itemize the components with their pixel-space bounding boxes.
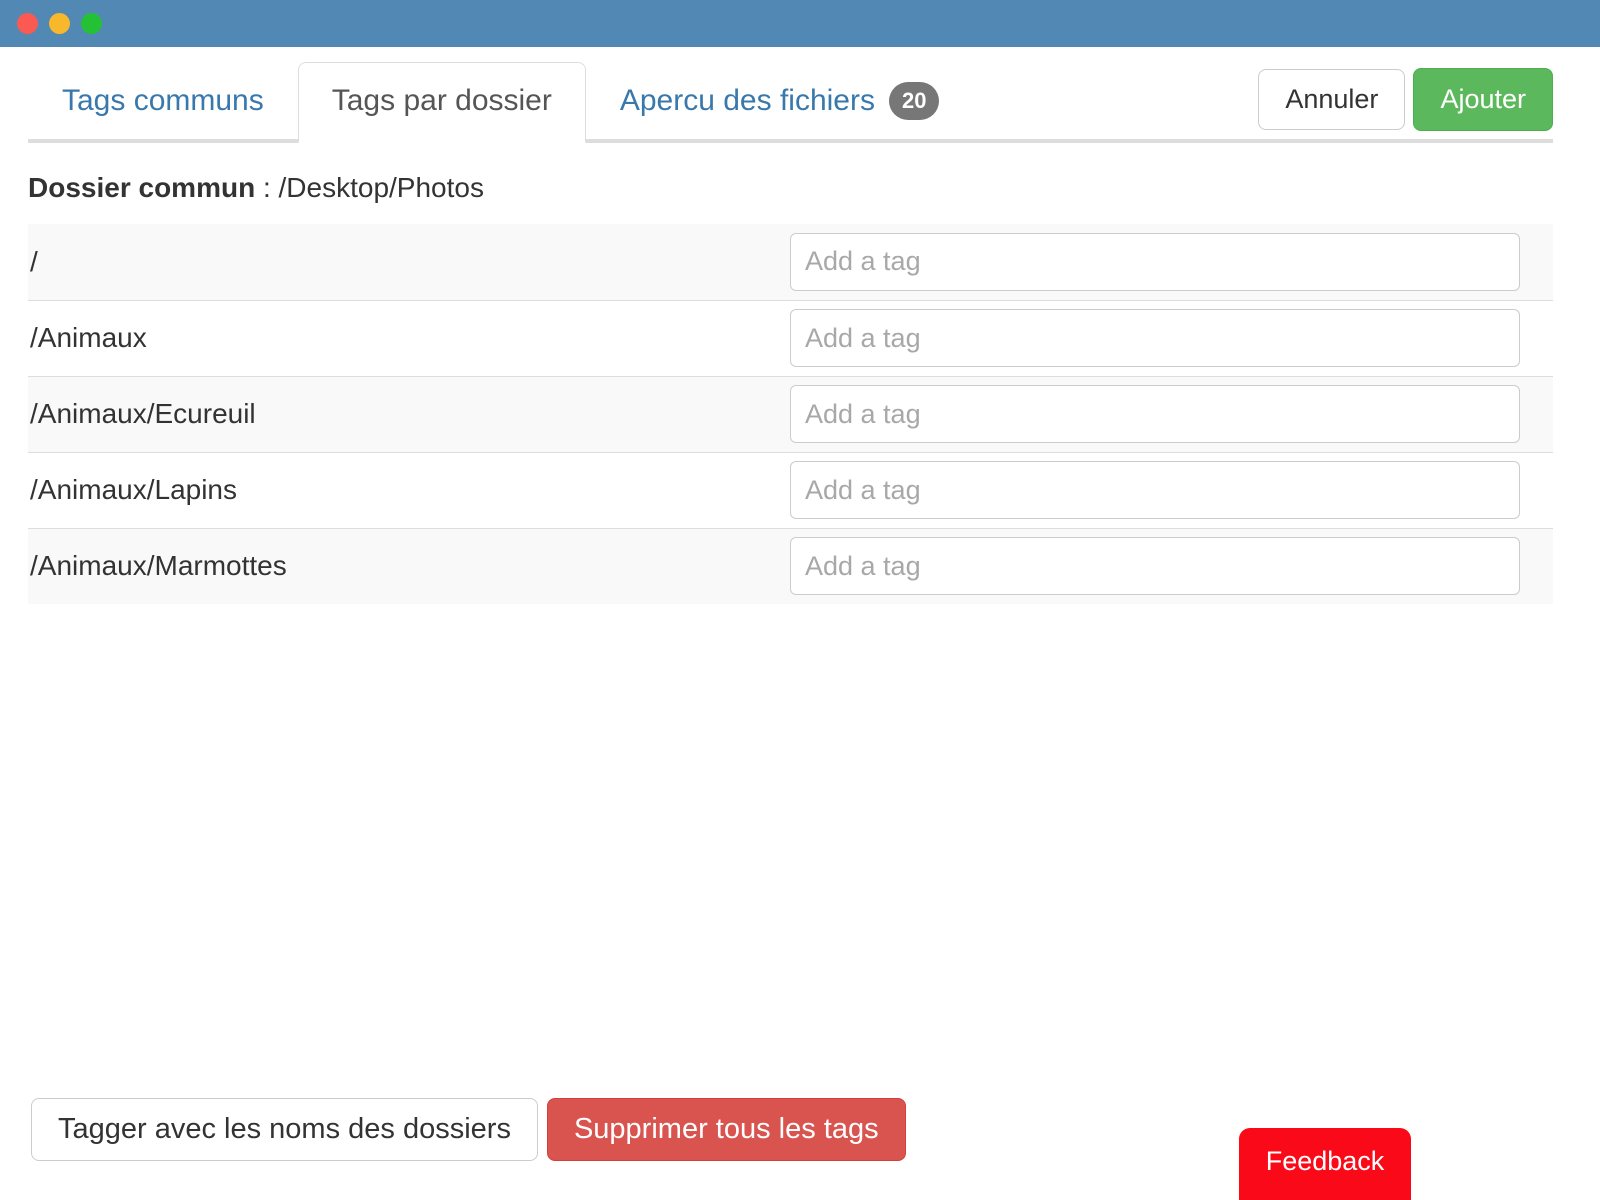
table-row: / xyxy=(28,224,1553,300)
add-button[interactable]: Ajouter xyxy=(1413,68,1553,131)
tag-input-cell xyxy=(790,376,1553,452)
common-folder-separator: : xyxy=(255,172,278,203)
traffic-light-group xyxy=(17,13,102,34)
table-row: /Animaux xyxy=(28,300,1553,376)
folder-path-cell: / xyxy=(28,224,790,300)
folder-path-cell: /Animaux/Ecureuil xyxy=(28,376,790,452)
delete-all-tags-button[interactable]: Supprimer tous les tags xyxy=(547,1098,906,1161)
feedback-button[interactable]: Feedback xyxy=(1239,1128,1411,1200)
tab-label: Apercu des fichiers xyxy=(620,86,875,116)
tab-list: Tags communs Tags par dossier Apercu des… xyxy=(28,47,973,139)
tag-input-cell xyxy=(790,528,1553,604)
table-row: /Animaux/Ecureuil xyxy=(28,376,1553,452)
content-area: Dossier commun : /Desktop/Photos / /Anim… xyxy=(28,143,1553,604)
tag-input[interactable] xyxy=(790,309,1520,367)
tag-input-cell xyxy=(790,224,1553,300)
cancel-button[interactable]: Annuler xyxy=(1258,69,1405,130)
folder-path-cell: /Animaux/Lapins xyxy=(28,452,790,528)
tag-input[interactable] xyxy=(790,385,1520,443)
tag-input-cell xyxy=(790,452,1553,528)
close-window-icon[interactable] xyxy=(17,13,38,34)
file-count-badge: 20 xyxy=(889,82,939,120)
window-titlebar xyxy=(0,0,1600,47)
folder-tag-table: / /Animaux /Animaux/Ecureuil xyxy=(28,224,1553,604)
app-window: Tags communs Tags par dossier Apercu des… xyxy=(0,0,1600,1200)
tab-label: Tags par dossier xyxy=(332,86,552,116)
table-row: /Animaux/Lapins xyxy=(28,452,1553,528)
tag-input[interactable] xyxy=(790,537,1520,595)
tab-tags-communs[interactable]: Tags communs xyxy=(28,62,298,139)
tag-input[interactable] xyxy=(790,461,1520,519)
minimize-window-icon[interactable] xyxy=(49,13,70,34)
header-action-group: Annuler Ajouter xyxy=(1258,68,1553,131)
footer-action-group: Tagger avec les noms des dossiers Suppri… xyxy=(31,1098,906,1161)
tag-with-folder-names-button[interactable]: Tagger avec les noms des dossiers xyxy=(31,1098,538,1161)
zoom-window-icon[interactable] xyxy=(81,13,102,34)
tag-input-cell xyxy=(790,300,1553,376)
common-folder-heading: Dossier commun : /Desktop/Photos xyxy=(28,143,1553,224)
common-folder-path: /Desktop/Photos xyxy=(279,172,484,203)
tag-input[interactable] xyxy=(790,233,1520,291)
tab-tags-par-dossier[interactable]: Tags par dossier xyxy=(298,62,586,143)
table-row: /Animaux/Marmottes xyxy=(28,528,1553,604)
folder-path-cell: /Animaux xyxy=(28,300,790,376)
tab-label: Tags communs xyxy=(62,86,264,116)
common-folder-label: Dossier commun xyxy=(28,172,255,203)
folder-path-cell: /Animaux/Marmottes xyxy=(28,528,790,604)
tab-apercu-des-fichiers[interactable]: Apercu des fichiers 20 xyxy=(586,62,974,139)
